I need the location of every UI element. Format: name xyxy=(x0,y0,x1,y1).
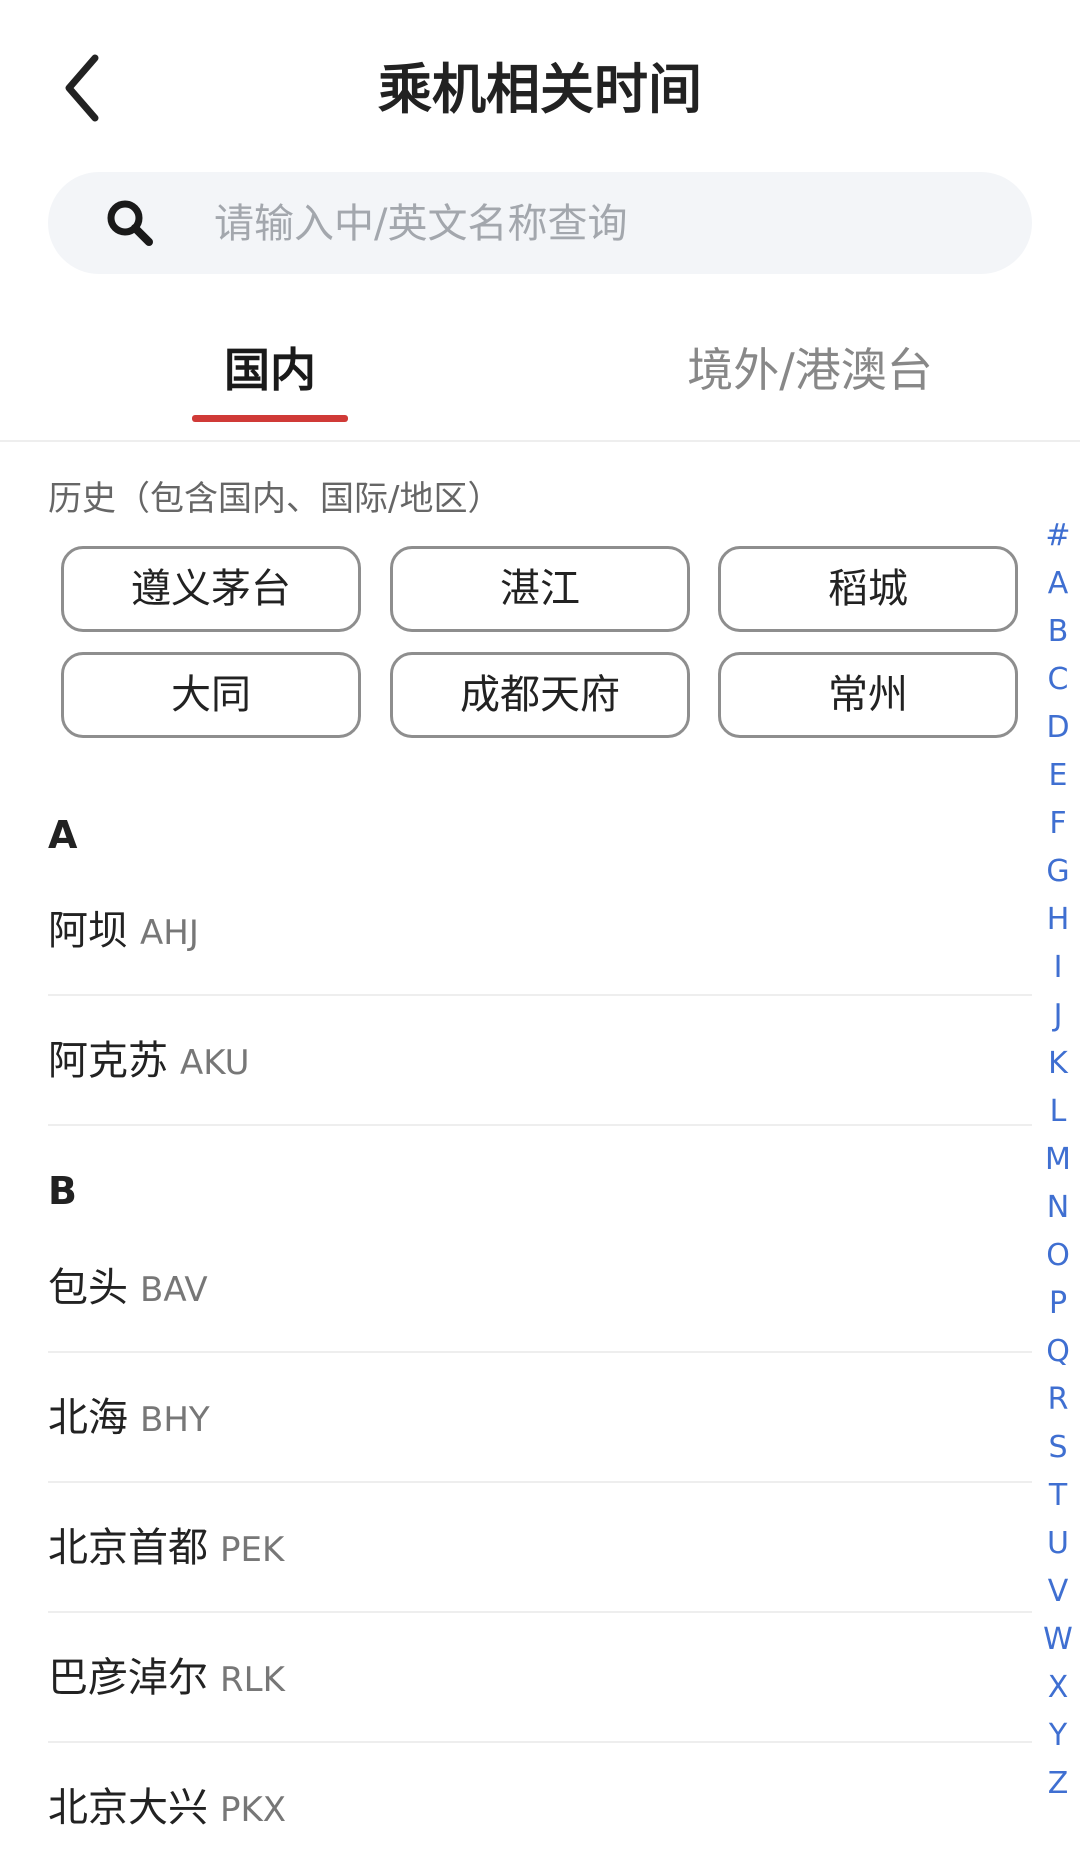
airport-code: RLK xyxy=(220,1660,285,1700)
index-letter[interactable]: W xyxy=(1036,1616,1080,1664)
airport-row[interactable]: 包头 BAV xyxy=(48,1223,1032,1353)
airport-code: PEK xyxy=(220,1530,285,1570)
index-letter[interactable]: Q xyxy=(1036,1328,1080,1376)
airport-row[interactable]: 阿坝 AHJ xyxy=(48,866,1032,996)
search-icon xyxy=(107,200,153,246)
active-tab-indicator xyxy=(192,415,348,422)
index-letter[interactable]: L xyxy=(1036,1088,1080,1136)
index-letter[interactable]: O xyxy=(1036,1232,1080,1280)
history-chip[interactable]: 湛江 xyxy=(390,546,690,632)
index-letter[interactable]: S xyxy=(1036,1424,1080,1472)
index-letter[interactable]: G xyxy=(1036,848,1080,896)
airport-name: 巴彦淖尔 xyxy=(48,1655,208,1701)
history-chip[interactable]: 成都天府 xyxy=(390,652,690,738)
alphabet-index[interactable]: # A B C D E F G H I J K L M N O P Q R S T U V W X Y Z xyxy=(1036,512,1080,1812)
header: 乘机相关时间 xyxy=(0,0,1080,170)
tab-overseas[interactable]: 境外/港澳台 xyxy=(660,338,960,438)
tab-domestic[interactable]: 国内 xyxy=(192,338,348,438)
index-letter[interactable]: D xyxy=(1036,704,1080,752)
history-chip[interactable]: 遵义茅台 xyxy=(61,546,361,632)
airport-name: 阿克苏 xyxy=(48,1038,168,1084)
section-header-a: A xyxy=(48,813,78,857)
airport-row[interactable]: 北京大兴 PKX xyxy=(48,1743,1032,1873)
index-letter[interactable]: J xyxy=(1036,992,1080,1040)
airport-name: 阿坝 xyxy=(48,908,128,954)
index-letter[interactable]: V xyxy=(1036,1568,1080,1616)
index-letter[interactable]: B xyxy=(1036,608,1080,656)
airport-code: PKX xyxy=(220,1790,287,1830)
airport-code: BHY xyxy=(140,1400,210,1440)
airport-row[interactable]: 阿克苏 AKU xyxy=(48,996,1032,1126)
history-chip[interactable]: 稻城 xyxy=(718,546,1018,632)
airport-name: 北京大兴 xyxy=(48,1785,208,1831)
index-letter[interactable]: Z xyxy=(1036,1760,1080,1808)
search-bar[interactable] xyxy=(48,172,1032,276)
index-letter[interactable]: C xyxy=(1036,656,1080,704)
index-letter[interactable]: K xyxy=(1036,1040,1080,1088)
airport-code: AHJ xyxy=(140,913,199,953)
index-letter[interactable]: F xyxy=(1036,800,1080,848)
airport-name: 北京首都 xyxy=(48,1525,208,1571)
index-letter[interactable]: N xyxy=(1036,1184,1080,1232)
index-letter[interactable]: R xyxy=(1036,1376,1080,1424)
airport-row[interactable]: 北海 BHY xyxy=(48,1353,1032,1483)
airport-name: 包头 xyxy=(48,1265,128,1311)
index-letter[interactable]: U xyxy=(1036,1520,1080,1568)
index-letter[interactable]: A xyxy=(1036,560,1080,608)
index-letter[interactable]: # xyxy=(1036,512,1080,560)
page-title: 乘机相关时间 xyxy=(378,58,702,121)
history-chip[interactable]: 常州 xyxy=(718,652,1018,738)
history-label: 历史（包含国内、国际/地区） xyxy=(48,479,502,519)
index-letter[interactable]: X xyxy=(1036,1664,1080,1712)
index-letter[interactable]: I xyxy=(1036,944,1080,992)
index-letter[interactable]: T xyxy=(1036,1472,1080,1520)
airport-name: 北海 xyxy=(48,1395,128,1441)
index-letter[interactable]: E xyxy=(1036,752,1080,800)
search-input[interactable] xyxy=(212,172,996,276)
index-letter[interactable]: M xyxy=(1036,1136,1080,1184)
airport-code: AKU xyxy=(180,1043,250,1083)
history-chip[interactable]: 大同 xyxy=(61,652,361,738)
tab-bar: 国内 境外/港澳台 xyxy=(0,320,1080,442)
airport-code: BAV xyxy=(140,1270,208,1310)
airport-row[interactable]: 巴彦淖尔 RLK xyxy=(48,1613,1032,1743)
index-letter[interactable]: H xyxy=(1036,896,1080,944)
index-letter[interactable]: Y xyxy=(1036,1712,1080,1760)
index-letter[interactable]: P xyxy=(1036,1280,1080,1328)
airport-row[interactable]: 北京首都 PEK xyxy=(48,1483,1032,1613)
section-header-b: B xyxy=(48,1169,77,1213)
